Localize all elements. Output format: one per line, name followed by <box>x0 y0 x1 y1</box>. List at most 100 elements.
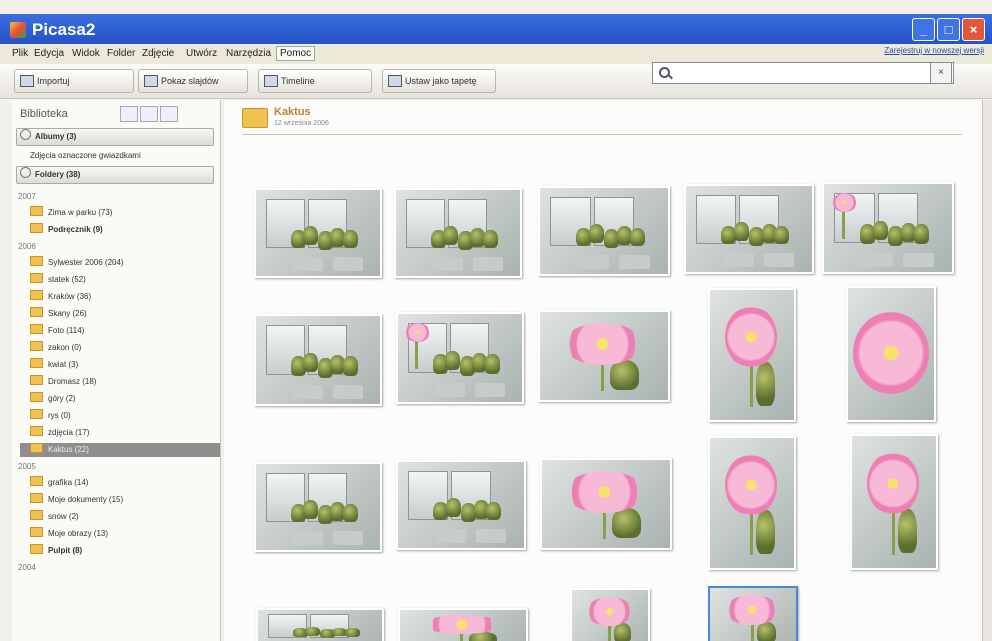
timeline-icon <box>264 75 278 87</box>
folder-item[interactable]: Kraków (36) <box>30 290 91 304</box>
folder-item[interactable]: statek (52) <box>30 273 86 287</box>
folder-item[interactable]: grafika (14) <box>30 476 88 490</box>
folder-item[interactable]: Podręcznik (9) <box>30 223 103 237</box>
monitor-icon <box>388 75 402 87</box>
folder-icon <box>30 544 43 554</box>
sort-icon[interactable] <box>120 106 138 122</box>
wallpaper-button[interactable]: Ustaw jako tapetę <box>382 69 496 93</box>
folder-label: statek (52) <box>48 275 86 284</box>
folder-item[interactable]: rys (0) <box>30 409 71 423</box>
menu-pomoc[interactable]: Pomoc <box>276 46 316 61</box>
register-link[interactable]: Zarejestruj w nowszej wersji <box>884 46 984 55</box>
play-icon <box>144 75 158 87</box>
folder-label: snow (2) <box>48 512 79 521</box>
photo-thumbnail[interactable] <box>540 458 672 550</box>
photo-thumbnail[interactable] <box>538 310 670 402</box>
photo-thumbnail[interactable] <box>850 434 938 570</box>
folder-item[interactable]: góry (2) <box>30 392 76 406</box>
folder-item[interactable]: Pulpit (8) <box>30 544 82 558</box>
menu-zdjecie[interactable]: Zdjęcie <box>142 48 174 59</box>
folder-icon <box>30 358 43 368</box>
tree-view-icon[interactable] <box>140 106 158 122</box>
close-button[interactable]: × <box>962 18 985 41</box>
menu-widok[interactable]: Widok <box>72 48 100 59</box>
photo-thumbnail[interactable] <box>254 462 382 552</box>
folder-item[interactable]: Moje obrazy (13) <box>30 527 108 541</box>
flat-view-icon[interactable] <box>160 106 178 122</box>
folder-item[interactable]: Skany (26) <box>30 307 87 321</box>
year-label: 2005 <box>18 462 36 471</box>
menu-plik[interactable]: Plik <box>12 48 28 59</box>
folder-label: Pulpit (8) <box>48 546 83 555</box>
photo-thumbnail[interactable] <box>396 460 526 550</box>
folder-label: Moje dokumenty (15) <box>48 495 124 504</box>
folder-icon <box>30 443 43 453</box>
minimize-button[interactable]: _ <box>912 18 935 41</box>
folders-section[interactable]: Foldery (38) <box>16 166 214 184</box>
folder-icon <box>30 476 43 486</box>
folder-icon <box>30 223 43 233</box>
photo-thumbnail[interactable] <box>570 588 650 641</box>
folder-icon <box>30 527 43 537</box>
folder-label: Kaktus (22) <box>48 445 89 454</box>
folder-label: zakon (0) <box>48 343 82 352</box>
folder-item[interactable]: Sylwester 2006 (204) <box>30 256 124 270</box>
folder-icon <box>30 392 43 402</box>
menu-utworz[interactable]: Utwórz <box>186 48 217 59</box>
photo-thumbnail[interactable] <box>254 188 382 278</box>
folder-item[interactable]: Moje dokumenty (15) <box>30 493 123 507</box>
folder-item[interactable]: Dromasz (18) <box>30 375 96 389</box>
photo-thumbnail[interactable] <box>394 188 522 278</box>
folder-item[interactable]: Kaktus (22) <box>20 443 220 457</box>
folder-label: grafika (14) <box>48 478 89 487</box>
folder-item[interactable]: snow (2) <box>30 510 79 524</box>
picasa-logo-icon <box>10 22 26 38</box>
starred-album-item[interactable]: Zdjęcia oznaczone gwiazdkami <box>30 150 141 162</box>
library-view-tools <box>120 106 180 124</box>
photo-thumbnail[interactable] <box>538 186 670 276</box>
menu-narzedzia[interactable]: Narzędzia <box>226 48 271 59</box>
photo-thumbnail[interactable] <box>708 586 798 641</box>
folder-icon <box>30 493 43 503</box>
folder-label: Kraków (36) <box>48 292 92 301</box>
window-title: Picasa2 <box>32 20 96 39</box>
folder-item[interactable]: Zima w parku (73) <box>30 206 112 220</box>
search-clear-button[interactable]: × <box>930 62 952 84</box>
search-icon <box>659 67 670 78</box>
year-label: 2004 <box>18 563 36 572</box>
folder-item[interactable]: zakon (0) <box>30 341 81 355</box>
search-input[interactable] <box>652 62 954 84</box>
photo-thumbnail[interactable] <box>396 312 524 404</box>
vertical-scrollbar[interactable] <box>982 100 992 641</box>
folder-label: zdjęcia (17) <box>48 428 90 437</box>
folder-label: Moje obrazy (13) <box>48 529 109 538</box>
photo-thumbnail[interactable] <box>822 182 954 274</box>
library-heading: Biblioteka <box>20 108 68 120</box>
folder-label: Dromasz (18) <box>48 377 97 386</box>
import-button[interactable]: Importuj <box>14 69 134 93</box>
photo-thumbnail[interactable] <box>708 288 796 422</box>
folder-icon <box>30 273 43 283</box>
photo-thumbnail[interactable] <box>846 286 936 422</box>
photo-thumbnail[interactable] <box>684 184 814 274</box>
photo-thumbnail[interactable] <box>256 608 384 641</box>
timeline-button[interactable]: Timeline <box>258 69 372 93</box>
folder-item[interactable]: kwiat (3) <box>30 358 78 372</box>
photo-thumbnail[interactable] <box>398 608 528 641</box>
folder-label: Skany (26) <box>48 309 87 318</box>
photo-thumbnail[interactable] <box>254 314 382 406</box>
folder-item[interactable]: Foto (114) <box>30 324 84 338</box>
slideshow-button[interactable]: Pokaz slajdów <box>138 69 248 93</box>
folder-item[interactable]: zdjęcia (17) <box>30 426 89 440</box>
photo-thumbnail[interactable] <box>708 436 796 570</box>
collapse-icon[interactable] <box>20 167 31 178</box>
menu-edycja[interactable]: Edycja <box>34 48 64 59</box>
folder-label: Podręcznik (9) <box>48 225 103 234</box>
albums-section[interactable]: Albumy (3) <box>16 128 214 146</box>
folder-icon <box>30 341 43 351</box>
menu-folder[interactable]: Folder <box>107 48 135 59</box>
collapse-icon[interactable] <box>20 129 31 140</box>
folder-label: Sylwester 2006 (204) <box>48 258 124 267</box>
maximize-button[interactable]: □ <box>937 18 960 41</box>
folder-icon <box>30 324 43 334</box>
